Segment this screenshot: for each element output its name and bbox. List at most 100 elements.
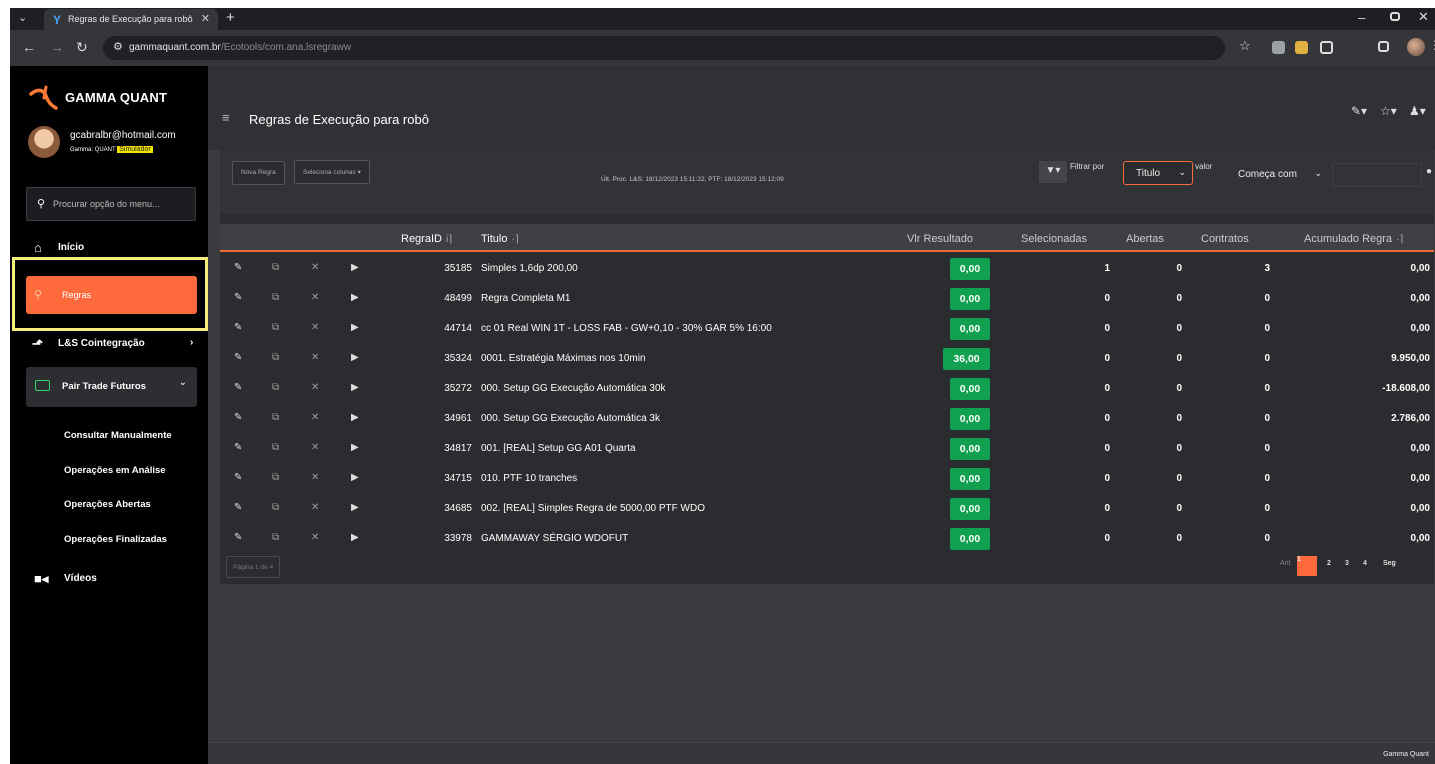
edit-icon[interactable]: ✎ xyxy=(234,292,242,303)
delete-icon[interactable]: ✕ xyxy=(311,352,319,363)
sidebar-subitem-consultar[interactable]: Consultar Manualmente xyxy=(64,430,172,441)
delete-icon[interactable]: ✕ xyxy=(311,472,319,483)
back-icon[interactable]: ← xyxy=(22,39,36,55)
edit-icon[interactable]: ✎ xyxy=(234,502,242,513)
run-icon[interactable]: ▶ xyxy=(351,412,359,423)
profile-avatar[interactable] xyxy=(1407,38,1425,56)
run-icon[interactable]: ▶ xyxy=(351,352,359,363)
copy-icon[interactable]: ⧉ xyxy=(272,262,279,273)
sidebar-subitem-abertas[interactable]: Operações Abertas xyxy=(64,499,151,510)
table-row[interactable]: ✎ ⧉ ✕ ▶ 34961 000. Setup GG Execução Automáti… xyxy=(220,404,1434,434)
close-window-icon[interactable]: ✕ xyxy=(1418,9,1429,25)
edit-icon[interactable]: ✎ xyxy=(234,442,242,453)
table-row[interactable]: ✎ ⧉ ✕ ▶ 33978 GAMMAWAY SÉRGIO WDOFUT 0,00 0 0 0 0,… xyxy=(220,524,1434,554)
copy-icon[interactable]: ⧉ xyxy=(272,322,279,333)
pencil-icon[interactable]: ✎▾ xyxy=(1351,104,1367,118)
extension-icon[interactable] xyxy=(1272,41,1285,54)
filter-apply-icon[interactable]: ● xyxy=(1426,166,1432,177)
run-icon[interactable]: ▶ xyxy=(351,262,359,273)
table-row[interactable]: ✎ ⧉ ✕ ▶ 35185 Simples 1,6dp 200,00 0,00 1 0 3 0,00 xyxy=(220,254,1434,284)
table-row[interactable]: ✎ ⧉ ✕ ▶ 34685 002. [REAL] Simples Regra de 50… xyxy=(220,494,1434,524)
filter-field-select[interactable]: Titulo ⌄ xyxy=(1123,161,1193,185)
browser-menu-icon[interactable]: ⋮ xyxy=(1429,38,1435,52)
site-settings-icon[interactable]: ⚙ xyxy=(113,40,123,53)
table-row[interactable]: ✎ ⧉ ✕ ▶ 34715 010. PTF 10 tranches 0,00 0 0 0 0,00 xyxy=(220,464,1434,494)
forward-icon[interactable]: → xyxy=(50,39,64,55)
edit-icon[interactable]: ✎ xyxy=(234,472,242,483)
delete-icon[interactable]: ✕ xyxy=(311,292,319,303)
bookmark-star-icon[interactable]: ☆ xyxy=(1239,38,1251,54)
delete-icon[interactable]: ✕ xyxy=(311,532,319,543)
pagination-page-1[interactable]: 1 xyxy=(1297,556,1317,576)
pagination-next[interactable]: Seg xyxy=(1383,560,1396,567)
browser-tab[interactable]: Y Regras de Execução para robô ✕ xyxy=(44,9,218,30)
column-header-selecionadas[interactable]: Selecionadas xyxy=(1021,233,1087,245)
table-row[interactable]: ✎ ⧉ ✕ ▶ 35324 0001. Estratégia Máximas nos 10… xyxy=(220,344,1434,374)
column-header-resultado[interactable]: Vlr Resultado xyxy=(907,233,973,245)
extension-icon[interactable] xyxy=(1295,41,1308,54)
sidebar-subitem-analise[interactable]: Operações em Análise xyxy=(64,465,166,476)
run-icon[interactable]: ▶ xyxy=(351,532,359,543)
run-icon[interactable]: ▶ xyxy=(351,292,359,303)
edit-icon[interactable]: ✎ xyxy=(234,412,242,423)
filter-icon[interactable]: ▼▾ xyxy=(1039,161,1067,183)
column-header-regraid[interactable]: RegraID i⌉ xyxy=(401,233,452,245)
run-icon[interactable]: ▶ xyxy=(351,382,359,393)
table-row[interactable]: ✎ ⧉ ✕ ▶ 34817 001. [REAL] Setup GG A01 Quarta… xyxy=(220,434,1434,464)
user-avatar[interactable] xyxy=(28,126,60,158)
select-columns-button[interactable]: Seleciona colunas ▾ xyxy=(294,160,370,184)
edit-icon[interactable]: ✎ xyxy=(234,262,242,273)
table-row[interactable]: ✎ ⧉ ✕ ▶ 48499 Regra Completa M1 0,00 0 0 0 0,00 xyxy=(220,284,1434,314)
copy-icon[interactable]: ⧉ xyxy=(272,472,279,483)
new-tab-button[interactable]: + xyxy=(226,9,235,26)
edit-icon[interactable]: ✎ xyxy=(234,382,242,393)
run-icon[interactable]: ▶ xyxy=(351,322,359,333)
star-icon[interactable]: ☆▾ xyxy=(1380,104,1397,118)
reload-icon[interactable]: ↻ xyxy=(76,39,88,56)
run-icon[interactable]: ▶ xyxy=(351,502,359,513)
sidebar-subitem-finalizadas[interactable]: Operações Finalizadas xyxy=(64,534,167,545)
restore-icon[interactable] xyxy=(1390,12,1400,21)
delete-icon[interactable]: ✕ xyxy=(311,442,319,453)
new-rule-button[interactable]: Nova Regra xyxy=(232,161,285,185)
delete-icon[interactable]: ✕ xyxy=(311,412,319,423)
hamburger-menu-icon[interactable]: ≡ xyxy=(222,110,230,125)
pagination-page-3[interactable]: 3 xyxy=(1345,560,1349,567)
filter-value-input[interactable] xyxy=(1332,163,1422,187)
delete-icon[interactable]: ✕ xyxy=(311,262,319,273)
edit-icon[interactable]: ✎ xyxy=(234,352,242,363)
user-icon[interactable]: ♟▾ xyxy=(1409,104,1426,118)
copy-icon[interactable]: ⧉ xyxy=(272,532,279,543)
delete-icon[interactable]: ✕ xyxy=(311,502,319,513)
sidebar-item-regras[interactable]: ⚲ Regras xyxy=(26,276,197,314)
sidebar-item-pair-trade[interactable]: Pair Trade Futuros ⌄ xyxy=(26,367,197,407)
column-header-abertas[interactable]: Abertas xyxy=(1126,233,1164,245)
minimize-icon[interactable]: – xyxy=(1358,10,1365,25)
pagination-prev[interactable]: Ant xyxy=(1280,560,1291,567)
copy-icon[interactable]: ⧉ xyxy=(272,442,279,453)
filter-operator-select[interactable]: Começa com ⌄ xyxy=(1226,163,1330,187)
column-header-acumulado[interactable]: Acumulado Regra ·⌉ xyxy=(1304,233,1403,245)
edit-icon[interactable]: ✎ xyxy=(234,532,242,543)
extensions-puzzle-icon[interactable] xyxy=(1320,41,1333,54)
table-row[interactable]: ✎ ⧉ ✕ ▶ 35272 000. Setup GG Execução Automáti… xyxy=(220,374,1434,404)
menu-search-input[interactable]: ⚲ Procurar opção do menu... xyxy=(26,187,196,221)
copy-icon[interactable]: ⧉ xyxy=(272,412,279,423)
column-header-contratos[interactable]: Contratos xyxy=(1201,233,1249,245)
copy-icon[interactable]: ⧉ xyxy=(272,382,279,393)
pagination-page-2[interactable]: 2 xyxy=(1327,560,1331,567)
delete-icon[interactable]: ✕ xyxy=(311,322,319,333)
url-bar[interactable]: ⚙ gammaquant.com.br /Ecotools/com.ana.ls… xyxy=(103,36,1225,60)
run-icon[interactable]: ▶ xyxy=(351,442,359,453)
table-row[interactable]: ✎ ⧉ ✕ ▶ 44714 cc 01 Real WIN 1T - LOSS FAB - … xyxy=(220,314,1434,344)
copy-icon[interactable]: ⧉ xyxy=(272,502,279,513)
delete-icon[interactable]: ✕ xyxy=(311,382,319,393)
copy-icon[interactable]: ⧉ xyxy=(272,352,279,363)
copy-icon[interactable]: ⧉ xyxy=(272,292,279,303)
pagination-page-4[interactable]: 4 xyxy=(1363,560,1367,567)
edit-icon[interactable]: ✎ xyxy=(234,322,242,333)
column-header-titulo[interactable]: Titulo ·⌉ xyxy=(481,233,519,245)
tab-close-icon[interactable]: ✕ xyxy=(201,12,210,25)
run-icon[interactable]: ▶ xyxy=(351,472,359,483)
tab-search-icon[interactable]: ⌄ xyxy=(18,11,27,24)
